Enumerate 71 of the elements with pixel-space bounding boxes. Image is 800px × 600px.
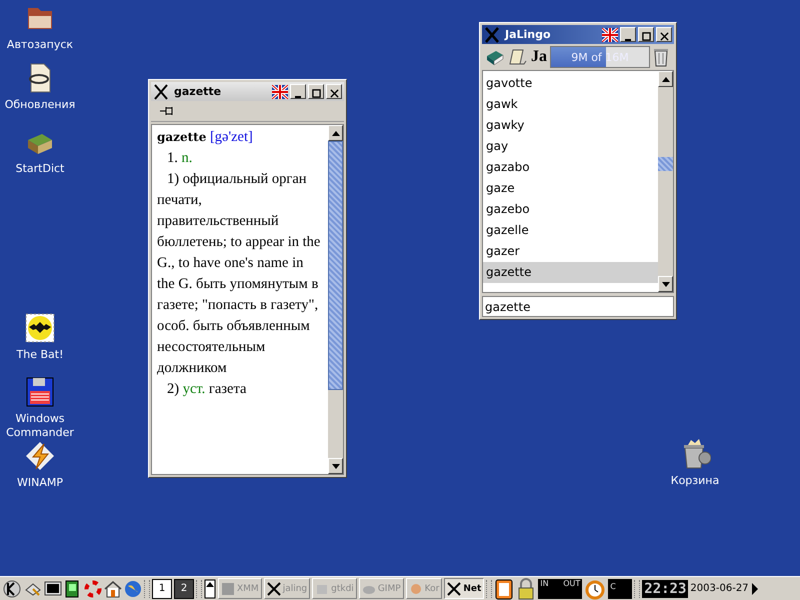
clipboard-icon[interactable] <box>494 578 514 600</box>
network-monitor[interactable]: IN OUT <box>538 578 582 598</box>
desktop-icon-label[interactable]: The Bat! <box>16 348 64 362</box>
date-label[interactable]: 2003-06-27 <box>690 583 749 594</box>
bat-stamp-icon[interactable] <box>24 312 56 344</box>
word-list-item[interactable]: gazette <box>483 262 658 283</box>
window-title: gazette <box>174 85 222 98</box>
trash-can-icon[interactable] <box>653 47 669 67</box>
lightning-icon[interactable] <box>24 440 56 472</box>
toolbar-label[interactable]: Ja <box>531 48 547 66</box>
scrollbar[interactable] <box>328 125 343 474</box>
desktop-icon-label[interactable]: StartDict <box>16 162 64 176</box>
word-list-item[interactable]: gaze <box>483 178 658 199</box>
desktop-icon-label[interactable]: Windows Commander <box>0 412 80 440</box>
word-list-item[interactable]: gazelle <box>483 220 658 241</box>
home-icon[interactable] <box>104 580 122 598</box>
word-list-item[interactable]: gay <box>483 136 658 157</box>
scroll-down-arrow-icon[interactable] <box>662 282 670 286</box>
dictionary-article: gazette [gə'zet] 1. n. 1) официальный орган печати, правительственный бюллетень; to appear in the G., to have one's name in the G. быть упомянутым в газете; "попасть в газету", особ. быть объявленным несостоятельным должником 2) уст. газета <box>156 128 322 399</box>
flag-icon[interactable] <box>602 28 618 42</box>
flag-icon[interactable] <box>272 84 288 98</box>
search-field[interactable]: gazette <box>482 296 674 317</box>
word-list-item[interactable]: gazer <box>483 241 658 262</box>
maximize-icon <box>312 89 320 98</box>
minimize-icon <box>295 96 301 98</box>
clock[interactable]: 22:23 <box>642 580 688 598</box>
scroll-icon[interactable] <box>508 47 528 67</box>
network-in-label: IN <box>540 578 549 590</box>
scroll-up-arrow-icon[interactable] <box>332 130 340 136</box>
word-list-item[interactable]: gawk <box>483 94 658 115</box>
x-logo-icon <box>447 582 462 596</box>
network-out-label: OUT <box>563 578 580 590</box>
desktop-icon-label[interactable]: Обновления <box>4 98 76 112</box>
close-button[interactable] <box>656 27 672 42</box>
scrollbar-thumb[interactable] <box>328 141 343 390</box>
maximize-button[interactable] <box>308 84 324 99</box>
terminal-icon[interactable] <box>44 580 62 598</box>
scroll-down-arrow-icon[interactable] <box>332 464 340 468</box>
window-title: JaLingo <box>505 28 551 41</box>
minimize-button[interactable] <box>290 84 306 99</box>
close-icon <box>660 32 668 41</box>
pin-icon[interactable] <box>159 105 175 117</box>
padlock-icon[interactable] <box>516 578 536 600</box>
desktop-pager-button[interactable]: 1 <box>152 578 172 598</box>
alarm-clock-icon[interactable] <box>584 578 606 600</box>
window-list-icon[interactable] <box>204 578 216 598</box>
word-list-item[interactable]: gazebo <box>483 199 658 220</box>
minimize-button[interactable] <box>620 27 636 42</box>
close-button[interactable] <box>326 84 342 99</box>
desktop-icon-label[interactable]: Автозапуск <box>6 38 74 52</box>
arrow-right-icon[interactable] <box>750 582 759 596</box>
scrollbar[interactable] <box>658 71 673 292</box>
maximize-icon <box>642 32 650 41</box>
minimize-icon <box>625 39 631 41</box>
taskbar-task-button[interactable]: Net <box>444 578 484 599</box>
scroll-up-arrow-icon[interactable] <box>662 76 670 82</box>
close-icon <box>330 89 338 98</box>
x-logo-icon <box>484 26 500 42</box>
word-list-item[interactable]: gazabo <box>483 157 658 178</box>
desktop-icon-label[interactable]: Корзина <box>670 474 720 488</box>
desktop-pager-button[interactable]: 2 <box>174 578 194 598</box>
word-list-item[interactable]: gawky <box>483 115 658 136</box>
desktop-icon-label[interactable]: WINAMP <box>17 476 63 490</box>
maximize-button[interactable] <box>638 27 654 42</box>
cpu-monitor[interactable]: C <box>608 578 632 598</box>
k-menu-icon[interactable] <box>2 578 22 598</box>
x-logo-icon <box>153 84 169 100</box>
cpu-label: C <box>610 582 616 590</box>
x-logo-icon <box>266 582 281 596</box>
scrollbar-thumb[interactable] <box>658 157 673 171</box>
word-list-item[interactable]: gavotte <box>483 73 658 94</box>
